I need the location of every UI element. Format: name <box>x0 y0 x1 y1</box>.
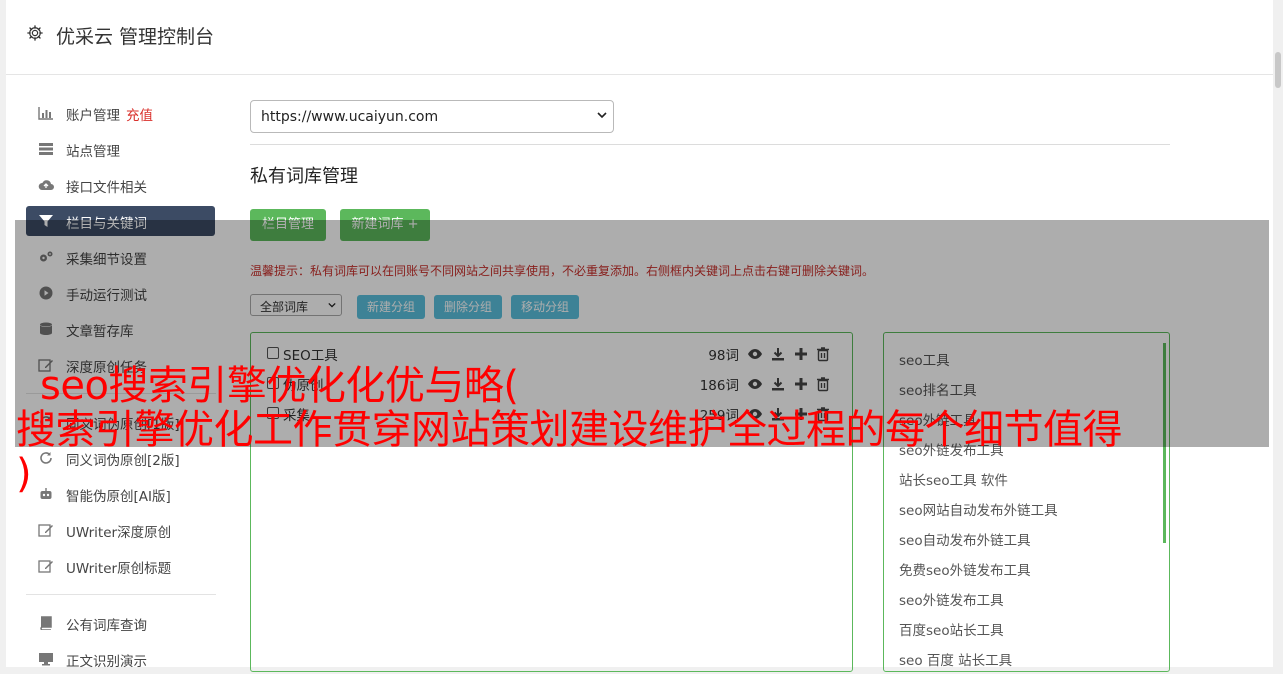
headline-line-1: seo搜索引擎优化化优与略( <box>40 363 519 409</box>
app-title: 优采云 管理控制台 <box>56 26 215 48</box>
recharge-link[interactable]: 充值 <box>126 108 153 124</box>
keyword-item[interactable]: seo网站自动发布外链工具 <box>899 499 1058 519</box>
keyword-item[interactable]: seo 百度 站长工具 <box>899 649 1012 669</box>
site-select[interactable]: https://www.ucaiyun.com <box>250 100 614 133</box>
sidebar-item-label: 公有词库查询 <box>66 618 147 634</box>
sidebar-item-label: 站点管理 <box>66 144 120 160</box>
headline-line-2: 搜索引擎优化工作贯穿网站策划建设维护全过程的每个细节值得 <box>16 407 1123 453</box>
sidebar-divider <box>26 594 216 595</box>
overlay-headline: seo搜索引擎优化化优与略( 搜索引擎优化工作贯穿网站策划建设维护全过程的每个细… <box>16 363 1270 496</box>
edit-icon <box>38 524 53 537</box>
cloud-upload-icon <box>38 180 54 190</box>
separator <box>250 144 1170 145</box>
top-header: 优采云 管理控制台 <box>6 0 1273 75</box>
sidebar-item-label: UWriter深度原创 <box>66 525 172 541</box>
chevron-down-icon <box>597 112 607 119</box>
sidebar-item-account[interactable]: 账户管理 充值 <box>26 98 215 128</box>
sidebar-item-uwriter-title[interactable]: UWriter原创标题 <box>26 551 215 581</box>
sidebar-item-label: 正文识别演示 <box>66 654 147 670</box>
page-scrollbar-thumb[interactable] <box>1275 52 1281 88</box>
keyword-item[interactable]: 免费seo外链发布工具 <box>899 559 1031 579</box>
sidebar-item-public-lib[interactable]: 公有词库查询 <box>26 608 215 638</box>
sidebar-item-sites[interactable]: 站点管理 <box>26 134 215 164</box>
page-title: 私有词库管理 <box>250 166 358 187</box>
sidebar-item-label: UWriter原创标题 <box>66 561 172 577</box>
keyword-item[interactable]: 百度seo站长工具 <box>899 619 1004 639</box>
sidebar-item-uwriter-deep[interactable]: UWriter深度原创 <box>26 515 215 545</box>
book-icon <box>40 616 52 630</box>
sidebar-item-api-files[interactable]: 接口文件相关 <box>26 170 215 200</box>
edit-icon <box>38 560 53 573</box>
server-icon <box>39 143 53 155</box>
sidebar-item-label: 账户管理 <box>66 108 120 124</box>
headline-line-3: ) <box>16 451 32 497</box>
monitor-icon <box>39 653 53 666</box>
sidebar-item-text-recognition[interactable]: 正文识别演示 <box>26 644 215 674</box>
gear-icon <box>27 25 43 41</box>
keyword-item[interactable]: seo外链发布工具 <box>899 589 1004 609</box>
keyword-item[interactable]: seo自动发布外链工具 <box>899 529 1031 549</box>
site-select-value: https://www.ucaiyun.com <box>261 109 439 125</box>
bar-chart-icon <box>38 107 53 120</box>
sidebar-item-label: 接口文件相关 <box>66 180 147 196</box>
page-scrollbar[interactable] <box>1273 0 1283 667</box>
